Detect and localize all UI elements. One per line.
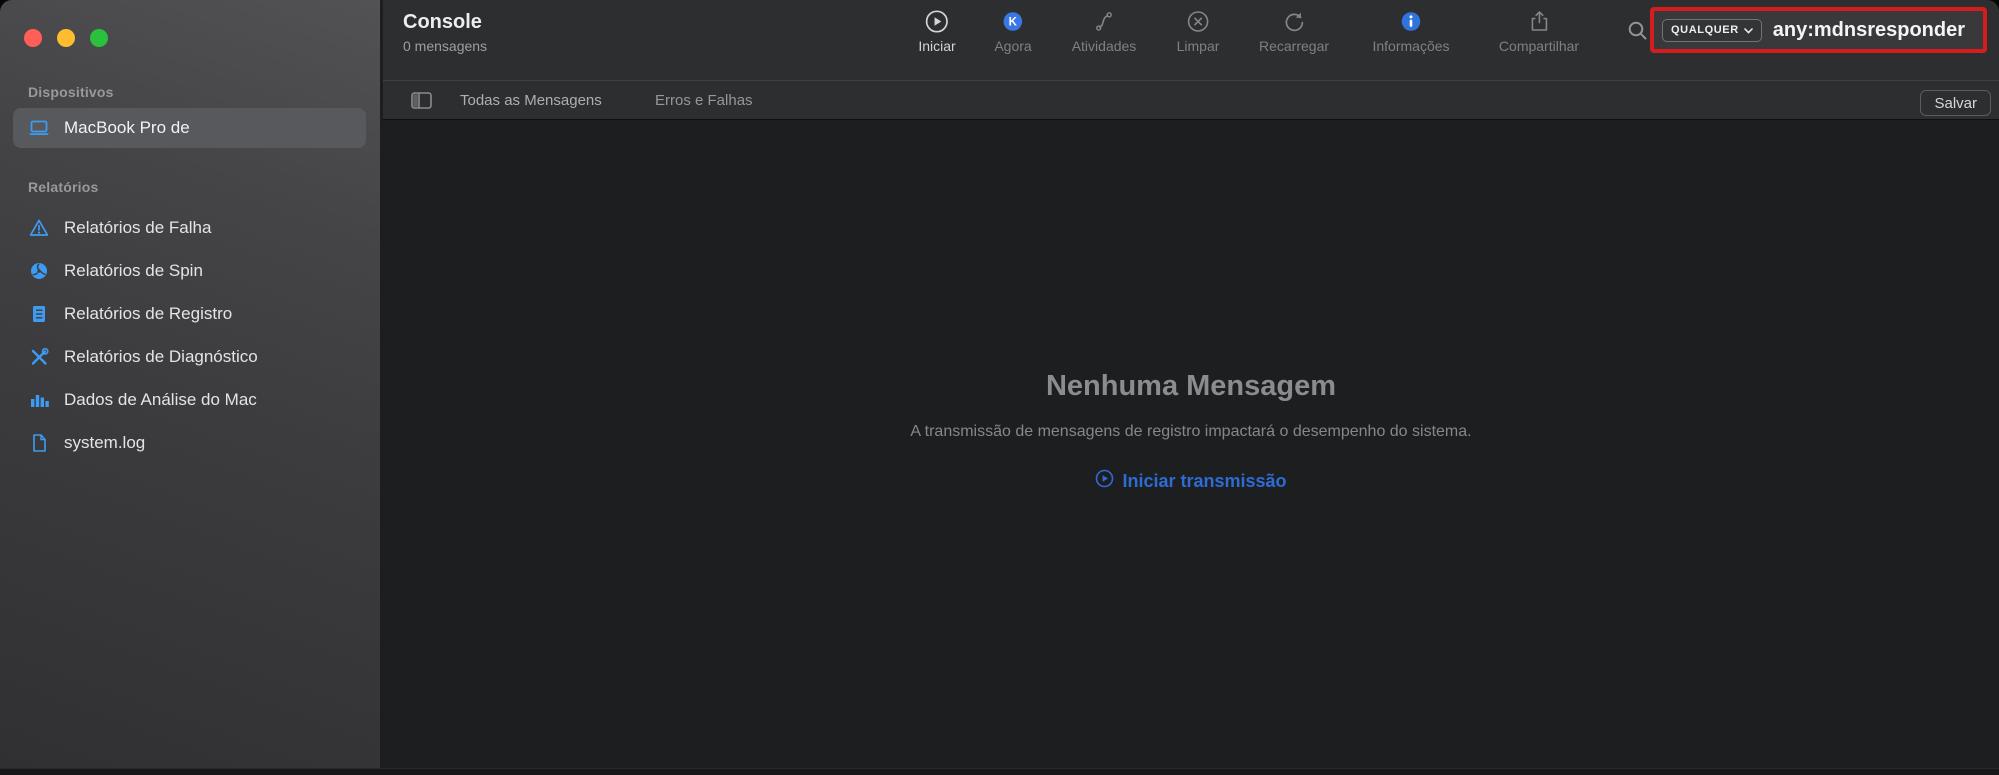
toolbar: Console 0 mensagens Iniciar K Agora Ativ… <box>383 0 1999 80</box>
sidebar-item-label: Relatórios de Diagnóstico <box>64 346 258 366</box>
activities-button-label: Atividades <box>1071 38 1137 54</box>
reload-button[interactable]: Recarregar <box>1259 8 1329 54</box>
start-streaming-link-label: Iniciar transmissão <box>1122 470 1287 491</box>
window-controls <box>24 29 108 47</box>
now-icon: K <box>1000 8 1025 35</box>
start-button[interactable]: Iniciar <box>918 8 956 54</box>
sidebar-item-crash-reports[interactable]: Relatórios de Falha <box>13 206 366 249</box>
fan-icon <box>28 260 50 282</box>
list-document-icon <box>28 303 50 325</box>
activities-icon <box>1092 8 1117 35</box>
sidebar-item-label: Relatórios de Spin <box>64 260 203 280</box>
sidebar-item-system-log[interactable]: system.log <box>13 421 366 464</box>
sidebar-item-diagnostic-reports[interactable]: Relatórios de Diagnóstico <box>13 335 366 378</box>
tab-errors-and-faults[interactable]: Erros e Falhas <box>655 92 753 109</box>
zoom-window-button[interactable] <box>90 29 108 47</box>
now-button-label: Agora <box>994 38 1032 54</box>
clear-button[interactable]: Limpar <box>1176 8 1220 54</box>
empty-state-subtitle: A transmissão de mensagens de registro i… <box>910 423 1472 440</box>
search-filter-token-label: QUALQUER <box>1671 24 1739 36</box>
start-streaming-link[interactable]: Iniciar transmissão <box>383 469 1999 493</box>
console-window: Dispositivos MacBook Pro de Relatórios R… <box>0 0 1999 775</box>
reload-icon <box>1282 8 1307 35</box>
start-button-label: Iniciar <box>918 38 956 54</box>
share-icon <box>1526 8 1551 35</box>
sidebar-item-label: Dados de Análise do Mac <box>64 389 257 409</box>
play-circle-icon <box>1095 469 1114 493</box>
sidebar: Dispositivos MacBook Pro de Relatórios R… <box>0 0 383 775</box>
clear-button-label: Limpar <box>1176 38 1220 54</box>
sidebar-item-log-reports[interactable]: Relatórios de Registro <box>13 292 366 335</box>
laptop-icon <box>28 117 50 139</box>
info-button[interactable]: Informações <box>1372 8 1450 54</box>
window-bottom-edge <box>0 768 1999 775</box>
reload-button-label: Recarregar <box>1258 38 1330 54</box>
sidebar-report-list: Relatórios de Falha Relatórios de Spin R… <box>13 206 366 464</box>
search-field[interactable]: QUALQUER any:mdnsresponder <box>1650 7 1987 53</box>
activities-button[interactable]: Atividades <box>1071 8 1137 54</box>
chevron-down-icon <box>1743 21 1753 39</box>
document-icon <box>28 432 50 454</box>
window-title: Console 0 mensagens <box>403 11 487 54</box>
info-icon <box>1398 8 1423 35</box>
sidebar-item-label: MacBook Pro de <box>64 118 190 137</box>
info-button-label: Informações <box>1372 38 1450 54</box>
sidebar-item-label: system.log <box>64 432 146 452</box>
sidebar-item-label: Relatórios de Registro <box>64 303 233 323</box>
sidebar-toggle-button[interactable] <box>411 92 432 114</box>
svg-text:K: K <box>1009 17 1018 29</box>
message-count: 0 mensagens <box>403 38 488 54</box>
main-pane: Console 0 mensagens Iniciar K Agora Ativ… <box>383 0 1999 775</box>
share-button-label: Compartilhar <box>1498 38 1580 54</box>
tab-all-messages[interactable]: Todas as Mensagens <box>460 92 602 109</box>
close-window-button[interactable] <box>24 29 42 47</box>
page-title: Console <box>403 11 482 33</box>
message-list-empty-state: Nenhuma Mensagem A transmissão de mensag… <box>383 121 1999 768</box>
sidebar-item-spin-reports[interactable]: Relatórios de Spin <box>13 249 366 292</box>
warning-icon <box>28 217 50 239</box>
filter-bar: Todas as Mensagens Erros e Falhas Salvar <box>383 80 1999 120</box>
sidebar-item-label: Relatórios de Falha <box>64 217 212 237</box>
sidebar-section-reports: Relatórios <box>28 179 99 195</box>
now-button[interactable]: K Agora <box>994 8 1032 54</box>
sidebar-section-devices: Dispositivos <box>28 84 114 100</box>
clear-icon <box>1185 8 1210 35</box>
tools-icon <box>28 346 50 368</box>
search-icon <box>1626 19 1650 48</box>
share-button[interactable]: Compartilhar <box>1499 8 1579 54</box>
sidebar-item-macbook-pro[interactable]: MacBook Pro de <box>13 108 366 148</box>
search-query-text: any:mdnsresponder <box>1772 18 1966 41</box>
sidebar-item-mac-analytics[interactable]: Dados de Análise do Mac <box>13 378 366 421</box>
bar-chart-icon <box>28 389 50 411</box>
play-circle-icon <box>924 8 949 35</box>
save-button[interactable]: Salvar <box>1920 90 1991 116</box>
search-filter-token[interactable]: QUALQUER <box>1662 18 1762 42</box>
empty-state-title: Nenhuma Mensagem <box>1045 370 1337 402</box>
minimize-window-button[interactable] <box>57 29 75 47</box>
